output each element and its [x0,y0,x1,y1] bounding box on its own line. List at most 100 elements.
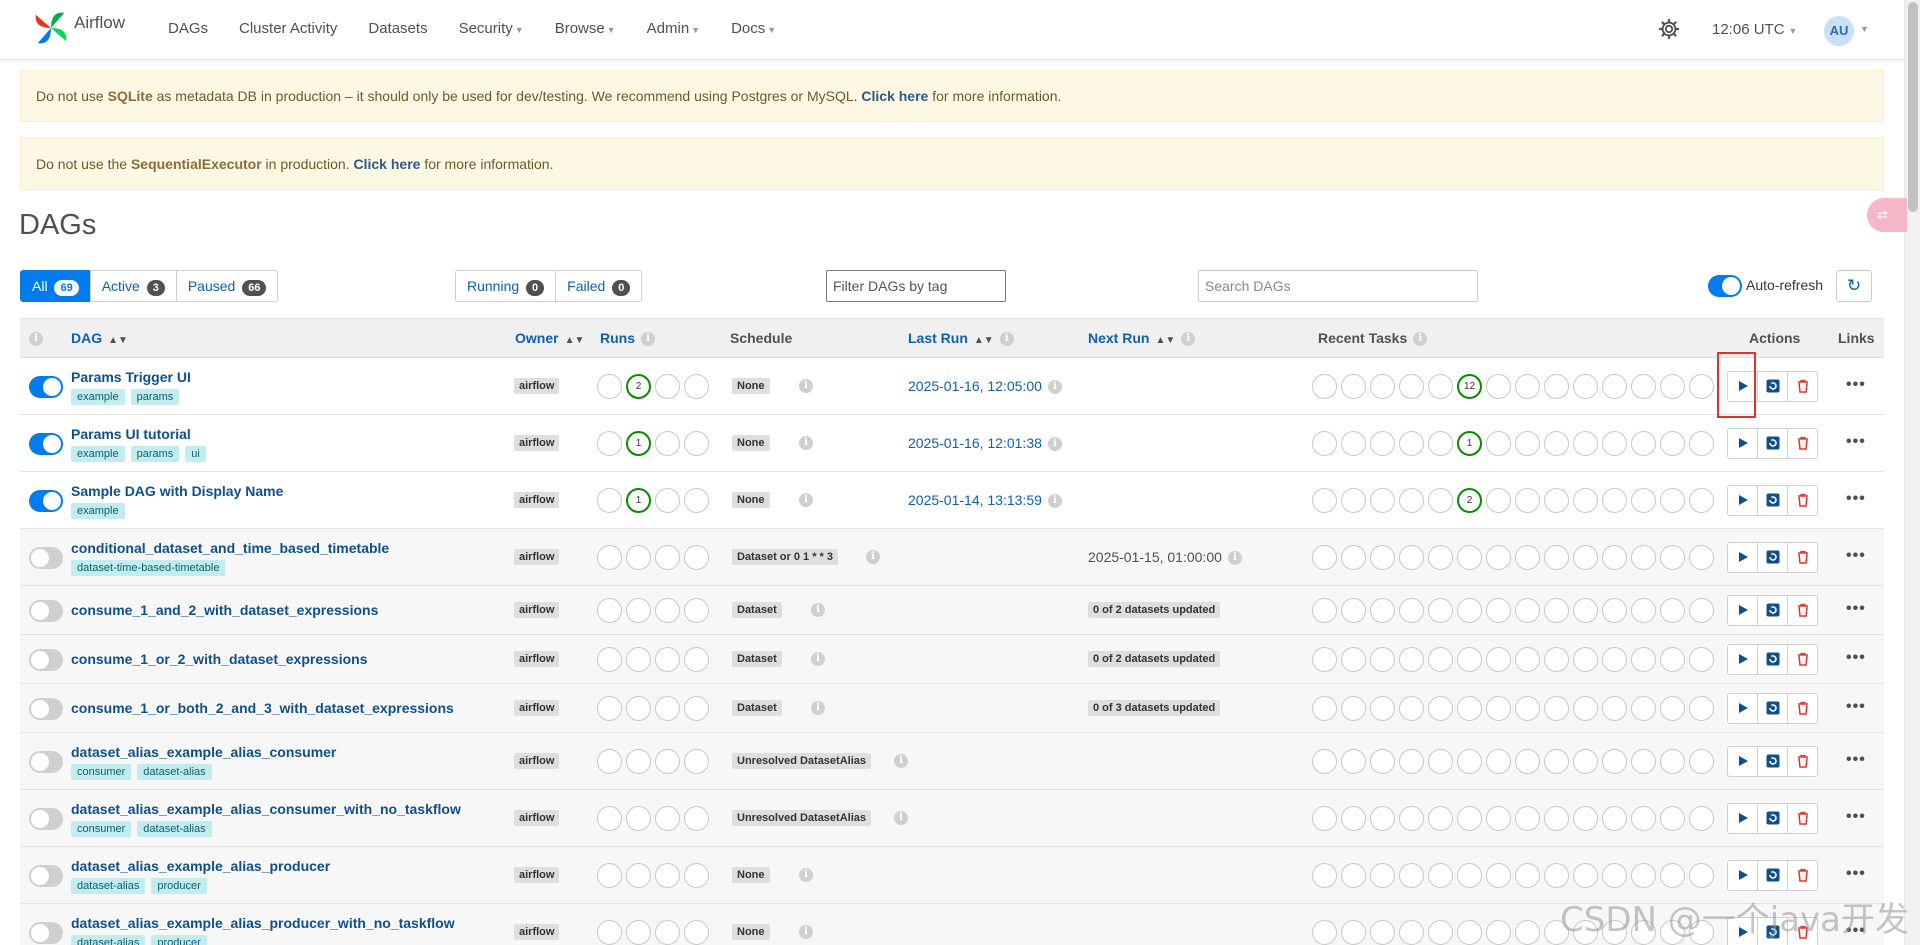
owner-badge[interactable]: airflow [514,491,560,508]
run-state-circle[interactable] [597,544,622,570]
run-state-circle[interactable] [626,862,651,888]
dag-name-link[interactable]: consume_1_or_both_2_and_3_with_dataset_e… [71,700,454,716]
task-state-circle[interactable] [1689,695,1714,721]
task-state-circle[interactable] [1515,805,1540,831]
more-links-icon[interactable]: ••• [1846,751,1866,769]
task-state-circle[interactable] [1428,919,1453,945]
clear-dag-button[interactable] [1757,427,1788,459]
task-state-circle[interactable] [1457,919,1482,945]
dag-tag[interactable]: dataset-alias [137,821,212,837]
dag-tag[interactable]: producer [151,878,207,894]
run-state-circle[interactable] [597,597,622,623]
task-state-circle[interactable] [1399,862,1424,888]
task-state-circle[interactable] [1631,544,1656,570]
task-state-circle[interactable] [1515,373,1540,399]
run-state-circle[interactable]: 1 [626,487,651,513]
task-state-circle[interactable] [1341,646,1366,672]
dag-name-link[interactable]: Sample DAG with Display Name [71,483,283,499]
column-owner[interactable]: Owner ▲▼ [515,330,584,346]
task-state-circle[interactable] [1312,862,1337,888]
run-state-circle[interactable]: 2 [626,373,651,399]
task-state-circle[interactable] [1312,919,1337,945]
task-state-circle[interactable] [1515,919,1540,945]
clear-dag-button[interactable] [1757,859,1788,891]
task-state-circle[interactable] [1312,748,1337,774]
dag-tag[interactable]: example [71,389,125,405]
info-icon[interactable]: i [894,753,908,768]
more-links-icon[interactable]: ••• [1846,433,1866,451]
task-state-circle[interactable] [1573,805,1598,831]
task-state-circle[interactable] [1515,430,1540,456]
run-state-circle[interactable] [597,862,622,888]
task-state-circle[interactable] [1370,862,1395,888]
owner-badge[interactable]: airflow [514,923,560,940]
task-state-circle[interactable] [1486,646,1511,672]
task-state-circle[interactable] [1341,805,1366,831]
run-state-circle[interactable] [597,748,622,774]
task-state-circle[interactable] [1689,748,1714,774]
task-state-circle[interactable] [1399,430,1424,456]
owner-badge[interactable]: airflow [514,650,560,667]
run-state-circle[interactable] [597,430,622,456]
task-state-circle[interactable] [1544,597,1569,623]
task-state-circle[interactable] [1486,487,1511,513]
dag-tag[interactable]: producer [151,935,207,945]
filter-active-button[interactable]: Active 3 [89,270,177,302]
task-state-circle[interactable] [1602,544,1627,570]
filter-failed-button[interactable]: Failed 0 [555,270,643,302]
more-links-icon[interactable]: ••• [1846,865,1866,883]
nav-item-security[interactable]: Security ▼ [459,20,524,37]
task-state-circle[interactable] [1631,373,1656,399]
run-state-circle[interactable] [684,862,709,888]
task-state-circle[interactable] [1341,862,1366,888]
nav-item-datasets[interactable]: Datasets [368,20,427,37]
dag-name-link[interactable]: dataset_alias_example_alias_producer_wit… [71,915,455,931]
task-state-circle[interactable] [1573,748,1598,774]
pause-toggle[interactable] [29,432,63,455]
filter-paused-button[interactable]: Paused 66 [175,270,279,302]
trigger-dag-button[interactable] [1727,859,1758,891]
task-state-circle[interactable]: 1 [1457,430,1482,456]
delete-dag-button[interactable] [1787,643,1818,675]
task-state-circle[interactable] [1370,805,1395,831]
task-state-circle[interactable] [1515,646,1540,672]
owner-badge[interactable]: airflow [514,752,560,769]
clear-dag-button[interactable] [1757,541,1788,573]
info-icon[interactable]: i [811,602,825,617]
run-state-circle[interactable] [684,487,709,513]
dag-tag[interactable]: consumer [71,764,132,780]
run-state-circle[interactable] [655,487,680,513]
delete-dag-button[interactable] [1787,370,1818,402]
task-state-circle[interactable] [1428,646,1453,672]
task-state-circle[interactable] [1399,487,1424,513]
task-state-circle[interactable] [1515,597,1540,623]
task-state-circle[interactable] [1602,805,1627,831]
task-state-circle[interactable] [1428,862,1453,888]
run-state-circle[interactable] [626,805,651,831]
task-state-circle[interactable] [1602,748,1627,774]
task-state-circle[interactable] [1544,646,1569,672]
trigger-dag-button[interactable] [1727,541,1758,573]
run-state-circle[interactable] [684,919,709,945]
run-state-circle[interactable] [597,805,622,831]
run-state-circle[interactable] [626,919,651,945]
task-state-circle[interactable] [1660,646,1685,672]
task-state-circle[interactable]: 2 [1457,487,1482,513]
delete-dag-button[interactable] [1787,859,1818,891]
dag-name-link[interactable]: dataset_alias_example_alias_producer [71,858,330,874]
task-state-circle[interactable] [1689,805,1714,831]
run-state-circle[interactable] [655,862,680,888]
task-state-circle[interactable] [1544,430,1569,456]
task-state-circle[interactable] [1486,748,1511,774]
task-state-circle[interactable] [1399,805,1424,831]
info-icon[interactable]: i [866,549,880,564]
last-run-link[interactable]: 2025-01-14, 13:13:59 i [908,492,1062,508]
pause-toggle[interactable] [29,648,63,671]
task-state-circle[interactable] [1486,695,1511,721]
more-links-icon[interactable]: ••• [1846,698,1866,716]
more-links-icon[interactable]: ••• [1846,376,1866,394]
search-dags-input[interactable] [1198,270,1478,302]
user-avatar[interactable]: AU [1824,16,1854,46]
task-state-circle[interactable] [1631,597,1656,623]
run-state-circle[interactable] [626,748,651,774]
